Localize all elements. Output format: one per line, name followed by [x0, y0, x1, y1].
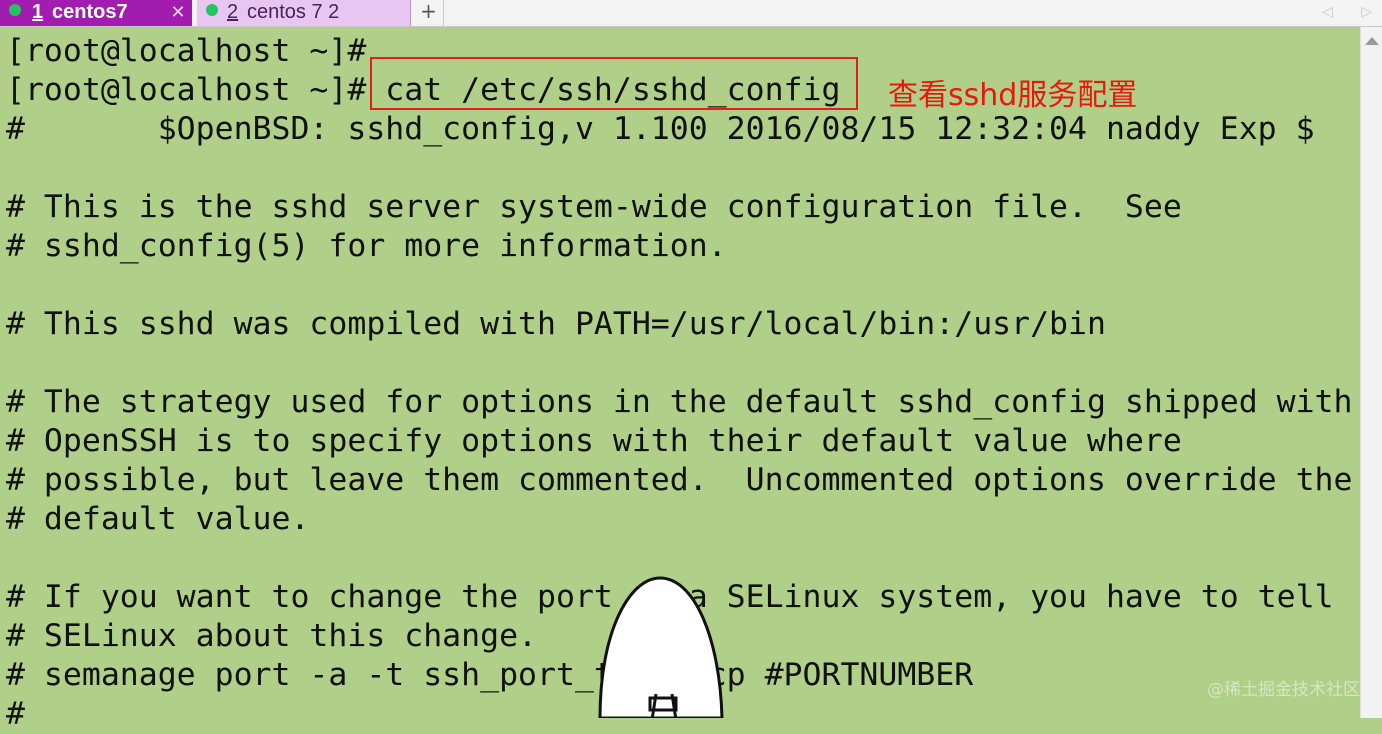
scroll-right-icon[interactable]: ▷ — [1361, 0, 1372, 26]
tab-centos-7-2[interactable]: 2 centos 7 2 — [197, 0, 411, 26]
tab-label: centos7 — [52, 1, 128, 23]
terminal-line: # The strategy used for options in the d… — [6, 384, 1353, 420]
scroll-up-icon[interactable] — [1365, 37, 1379, 45]
connected-status-icon — [206, 4, 218, 16]
connected-status-icon — [9, 4, 21, 16]
terminal-line: [root@localhost ~]# — [6, 33, 367, 69]
watermark: @稀土掘金技术社区 — [1207, 680, 1360, 700]
terminal-line: # SELinux about this change. — [6, 618, 538, 654]
tab-bar: 1 centos7 ✕ 2 centos 7 2 + ◁ ▷ — [0, 0, 1382, 27]
vertical-scrollbar[interactable] — [1360, 27, 1382, 718]
tab-scroll-controls: ◁ ▷ — [1322, 0, 1372, 26]
tab-number: 1 — [32, 1, 44, 23]
mascot-overlay — [598, 576, 724, 718]
terminal-line: # This sshd was compiled with PATH=/usr/… — [6, 306, 1106, 342]
tab-label: centos 7 2 — [247, 1, 340, 23]
terminal-line: # OpenSSH is to specify options with the… — [6, 423, 1182, 459]
annotation-label: 查看sshd服务配置 — [888, 78, 1138, 113]
terminal-line: # — [6, 696, 25, 732]
terminal-line: # sshd_config(5) for more information. — [6, 228, 727, 264]
terminal-line: # This is the sshd server system-wide co… — [6, 189, 1182, 225]
scroll-left-icon[interactable]: ◁ — [1322, 0, 1333, 26]
terminal-line: # default value. — [6, 501, 310, 537]
close-tab-icon[interactable]: ✕ — [168, 0, 188, 24]
new-tab-button[interactable]: + — [414, 0, 444, 26]
tab-centos7[interactable]: 1 centos7 ✕ — [0, 0, 192, 26]
tab-number: 2 — [227, 1, 239, 23]
terminal-line: # possible, but leave them commented. Un… — [6, 462, 1353, 498]
terminal-line: # semanage port -a -t ssh_port_t -p tcp … — [6, 657, 974, 693]
command-highlight-box — [370, 57, 858, 110]
